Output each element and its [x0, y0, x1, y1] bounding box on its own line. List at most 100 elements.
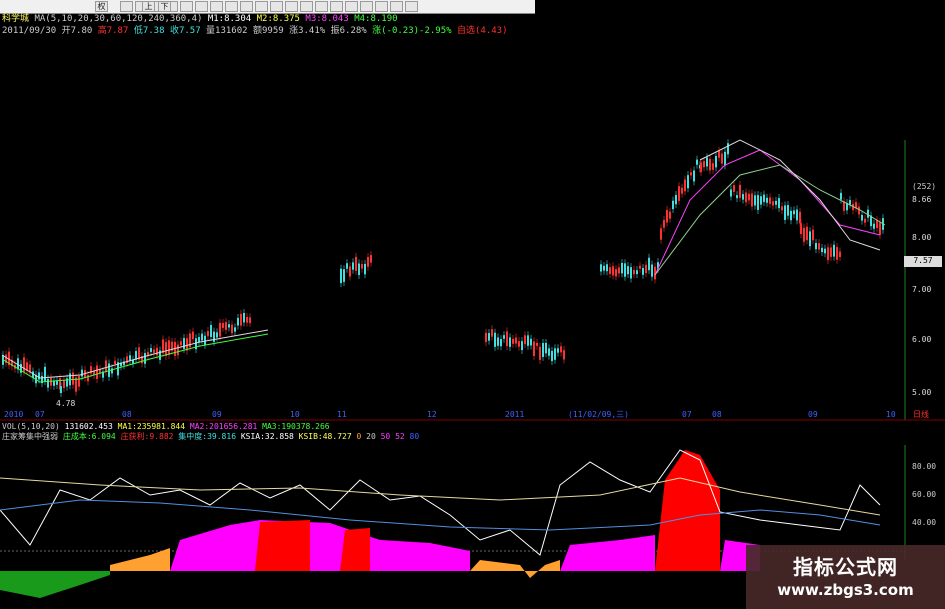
candle-body — [168, 340, 170, 355]
candle-body — [364, 263, 366, 275]
candle-body — [787, 205, 789, 216]
candle-body — [204, 335, 206, 345]
indicator-white-line — [0, 449, 881, 556]
vol-label[interactable]: VOL(5,10,20) — [2, 422, 60, 431]
candle-body — [606, 264, 608, 272]
date-axis-label: 10 — [290, 410, 300, 419]
candle-body — [78, 375, 80, 387]
candle-body — [500, 339, 502, 347]
candle-body — [340, 268, 342, 284]
candle-body — [757, 195, 759, 210]
candle-body — [343, 269, 345, 282]
candle-body — [228, 324, 230, 328]
chart-canvas[interactable] — [0, 0, 945, 609]
candle-body — [712, 163, 714, 170]
indicator-magenta-area-2 — [560, 535, 655, 571]
candle-body — [830, 247, 832, 257]
indicator-v2: 20 — [366, 432, 376, 441]
price-axis-label: 8.66 — [912, 195, 932, 204]
candle-body — [539, 346, 541, 361]
candle-body — [603, 265, 605, 271]
candle-body — [736, 195, 738, 199]
candle-body — [491, 329, 493, 337]
candle-body — [684, 179, 686, 192]
price-axis-label: (252) — [912, 182, 937, 191]
candle-body — [879, 222, 881, 235]
candle-body — [129, 355, 131, 361]
period-label[interactable]: 日线 — [913, 410, 929, 420]
candle-body — [627, 266, 629, 275]
candle-body — [524, 335, 526, 345]
candle-body — [612, 266, 614, 276]
candle-body — [111, 368, 113, 374]
candle-body — [533, 341, 535, 356]
candle-body — [243, 312, 245, 323]
candle-body — [809, 231, 811, 247]
candle-body — [615, 269, 617, 277]
candle-body — [681, 187, 683, 194]
candle-body — [821, 247, 823, 253]
candle-body — [346, 263, 348, 269]
candle-body — [213, 331, 215, 342]
candle-body — [150, 348, 152, 352]
watermark-url: www.zbgs3.com — [777, 581, 914, 599]
date-axis-label: (11/02/09,三) — [568, 410, 629, 419]
candle-body — [600, 264, 602, 272]
candle-body — [557, 348, 559, 353]
candle-body — [790, 210, 792, 221]
candle-body — [815, 242, 817, 250]
candle-body — [669, 211, 671, 219]
candle-body — [609, 267, 611, 274]
candle-body — [63, 379, 65, 389]
date-axis-label: 09 — [212, 410, 222, 419]
candle-body — [536, 342, 538, 346]
date-axis-label: 08 — [712, 410, 722, 419]
candle-body — [551, 350, 553, 362]
candle-body — [715, 155, 717, 168]
low-mark-label: 4.78 — [56, 399, 76, 408]
candle-body — [53, 381, 55, 386]
candle-body — [153, 349, 155, 353]
candle-body — [687, 175, 689, 189]
candle-body — [72, 372, 74, 385]
indicator-name[interactable]: 庄家筹集中强弱 — [2, 432, 58, 441]
candle-body — [545, 342, 547, 354]
candle-body — [87, 375, 89, 382]
candle-body — [800, 223, 802, 234]
date-axis-label: 12 — [427, 410, 437, 419]
candle-body — [849, 200, 851, 205]
candle-body — [812, 229, 814, 241]
candle-body — [873, 223, 875, 229]
candle-body — [839, 251, 841, 258]
ma-line-right-3 — [699, 139, 881, 251]
candle-body — [114, 360, 116, 364]
candle-body — [222, 322, 224, 328]
candle-body — [730, 189, 732, 197]
indicator-v3: 50 — [380, 432, 391, 441]
candle-body — [718, 150, 720, 158]
candle-body — [530, 338, 532, 346]
candle-body — [648, 257, 650, 271]
indicator-ksia: KSIA:32.858 — [240, 432, 294, 441]
indicator-green-area — [0, 571, 110, 598]
candle-body — [563, 350, 565, 360]
candle-body — [706, 157, 708, 167]
candle-body — [639, 265, 641, 269]
candle-body — [515, 337, 517, 344]
candle-body — [96, 365, 98, 379]
indicator-profit: 庄获利:9.882 — [120, 432, 174, 441]
candle-body — [352, 262, 354, 270]
date-axis-label: 09 — [808, 410, 818, 419]
candle-body — [518, 341, 520, 347]
candle-body — [724, 151, 726, 166]
candle-body — [165, 342, 167, 357]
candle-body — [488, 333, 490, 341]
candle-body — [497, 337, 499, 346]
candle-body — [796, 209, 798, 221]
candle-body — [56, 380, 58, 385]
candle-body — [237, 317, 239, 326]
candle-body — [554, 348, 556, 360]
candle-body — [769, 197, 771, 204]
candle-body — [778, 198, 780, 209]
candle-body — [633, 269, 635, 275]
